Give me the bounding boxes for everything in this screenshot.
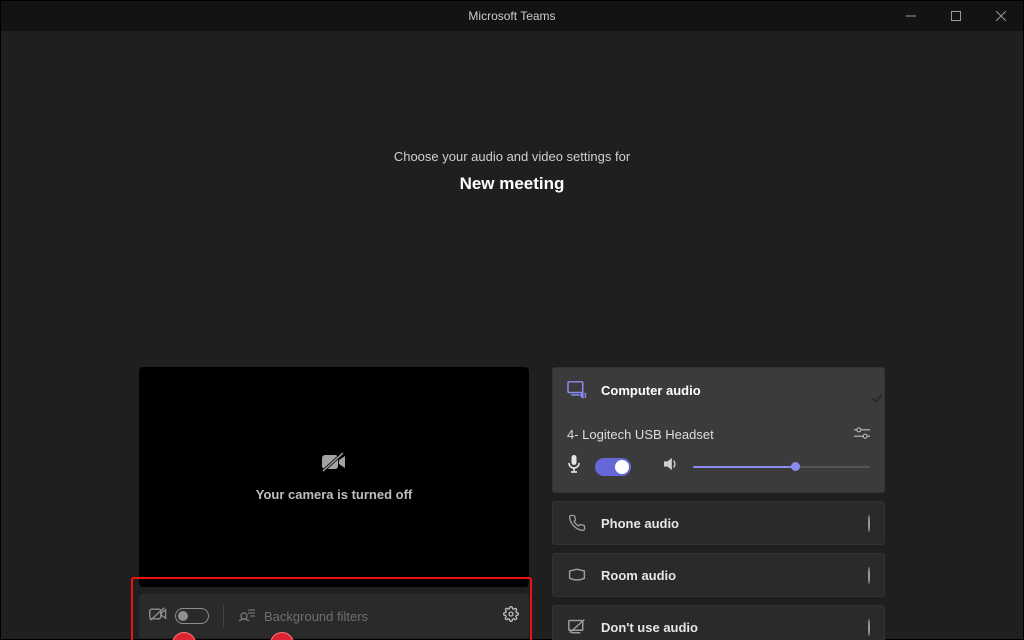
video-preview: Your camera is turned off	[139, 367, 529, 587]
panels-row: Your camera is turned off	[139, 367, 887, 640]
background-filters-icon	[238, 608, 256, 625]
heading-subtitle: Choose your audio and video settings for	[1, 149, 1023, 164]
device-settings-button[interactable]	[503, 606, 519, 627]
video-column: Your camera is turned off	[139, 367, 529, 640]
phone-audio-option[interactable]: Phone audio	[552, 501, 885, 545]
separator	[223, 605, 224, 627]
camera-off-icon	[321, 452, 347, 487]
computer-audio-header: Computer audio	[553, 368, 884, 412]
maximize-button[interactable]	[933, 1, 978, 31]
audio-column: Computer audio 4- Logitech USB Headset	[552, 367, 885, 640]
background-filters-label: Background filters	[264, 609, 368, 624]
no-audio-option[interactable]: Don't use audio	[552, 605, 885, 640]
room-audio-label: Room audio	[601, 568, 676, 583]
window-buttons	[888, 1, 1023, 31]
no-audio-icon	[567, 619, 587, 635]
radio-unselected-icon	[868, 516, 870, 531]
audio-controls-row	[567, 455, 870, 478]
speaker-icon	[663, 457, 679, 476]
meeting-heading: Choose your audio and video settings for…	[1, 149, 1023, 194]
camera-toggle[interactable]	[175, 608, 209, 624]
heading-title: New meeting	[1, 174, 1023, 194]
titlebar: Microsoft Teams	[1, 1, 1023, 31]
radio-unselected-icon	[868, 620, 870, 635]
computer-audio-body: 4- Logitech USB Headset	[553, 412, 884, 492]
no-audio-label: Don't use audio	[601, 620, 698, 635]
app-window: Microsoft Teams Choose your audio and vi…	[0, 0, 1024, 640]
video-controls-bar: Background filters	[139, 594, 529, 638]
audio-device-settings-icon[interactable]	[854, 426, 870, 443]
minimize-button[interactable]	[888, 1, 933, 31]
computer-audio-icon	[567, 381, 587, 399]
microphone-toggle[interactable]	[595, 458, 631, 476]
phone-icon	[567, 514, 587, 532]
volume-slider[interactable]	[693, 460, 870, 474]
phone-audio-label: Phone audio	[601, 516, 679, 531]
room-audio-icon	[567, 568, 587, 582]
background-filters-button[interactable]: Background filters	[238, 608, 503, 625]
computer-audio-label: Computer audio	[601, 383, 701, 398]
computer-audio-card[interactable]: Computer audio 4- Logitech USB Headset	[552, 367, 885, 493]
camera-off-message: Your camera is turned off	[256, 487, 413, 502]
audio-device-row[interactable]: 4- Logitech USB Headset	[567, 412, 870, 455]
app-title: Microsoft Teams	[468, 9, 555, 23]
microphone-icon	[567, 455, 581, 478]
camera-icon	[149, 607, 167, 625]
audio-device-name: 4- Logitech USB Headset	[567, 427, 714, 442]
content-area: Choose your audio and video settings for…	[1, 149, 1023, 194]
radio-unselected-icon	[868, 568, 870, 583]
close-button[interactable]	[978, 1, 1023, 31]
room-audio-option[interactable]: Room audio	[552, 553, 885, 597]
